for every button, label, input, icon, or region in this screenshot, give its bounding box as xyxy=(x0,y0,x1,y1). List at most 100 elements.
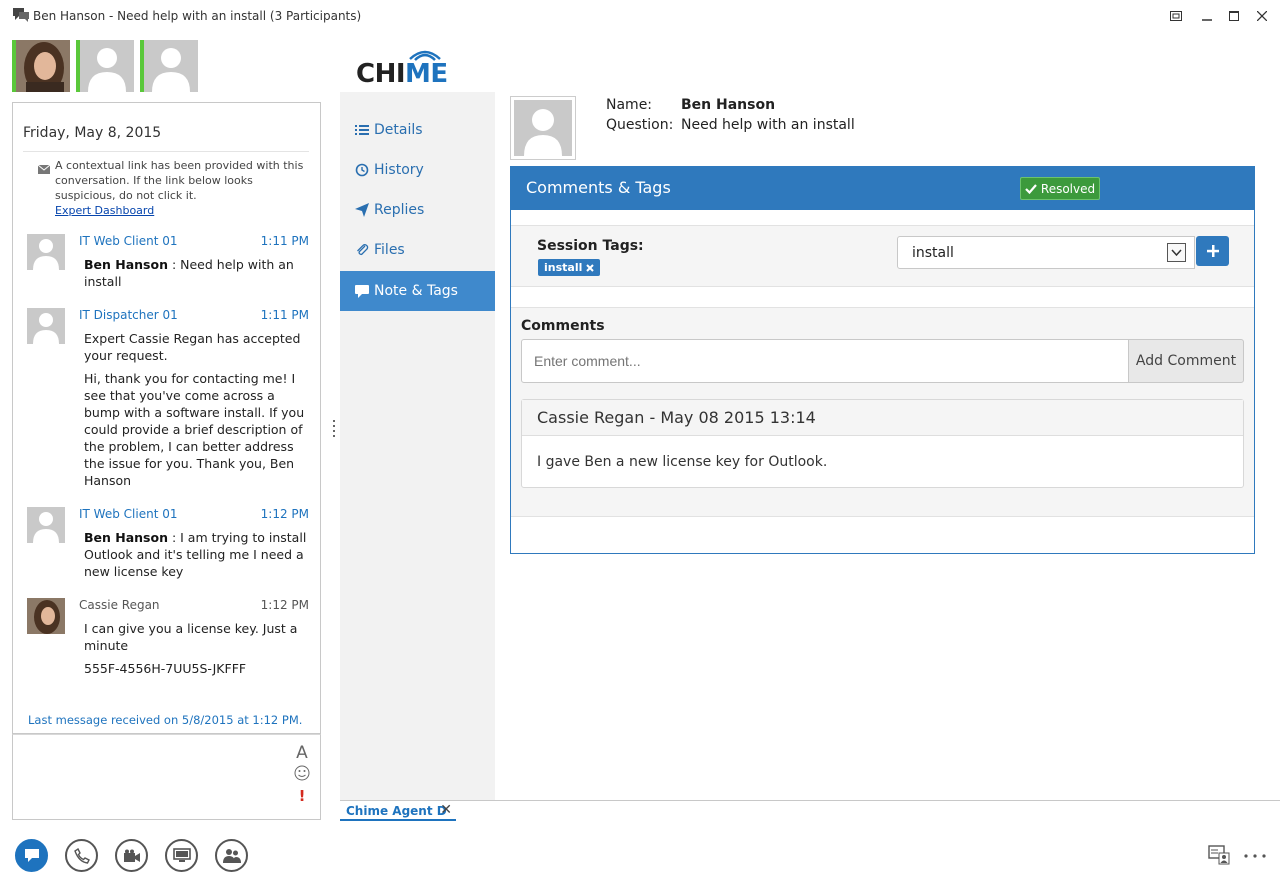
participants-button[interactable] xyxy=(215,839,248,872)
nav-history[interactable]: History xyxy=(340,150,495,190)
name-label: Name: xyxy=(606,97,653,113)
comment-icon xyxy=(355,284,369,298)
dropdown-button[interactable] xyxy=(1167,243,1186,262)
message-author: Ben Hanson xyxy=(84,257,168,272)
paperclip-icon xyxy=(357,244,369,256)
customer-avatar xyxy=(510,96,576,160)
comment-input[interactable] xyxy=(521,339,1129,383)
minimize-button[interactable] xyxy=(1196,6,1218,26)
customer-question: Need help with an install xyxy=(681,117,855,133)
window-title: Ben Hanson - Need help with an install (… xyxy=(33,9,362,23)
tab-chime-agent[interactable]: Chime Agent D ✕ xyxy=(340,801,456,821)
maximize-icon xyxy=(1229,11,1239,21)
tag-select[interactable]: install xyxy=(897,236,1195,269)
user-silhouette-icon xyxy=(33,512,59,543)
nav-files[interactable]: Files xyxy=(340,230,495,270)
nav-label: Note & Tags xyxy=(374,283,458,299)
question-label: Question: xyxy=(606,117,674,133)
im-button[interactable] xyxy=(15,839,48,872)
message-time: 1:12 PM xyxy=(260,507,309,521)
nav-label: Replies xyxy=(374,202,425,218)
maximize-button[interactable] xyxy=(1223,6,1245,26)
chime-app: CHIME Details History Replies Files Note… xyxy=(340,40,1280,800)
tag-select-value: install xyxy=(912,245,954,261)
message-item: Cassie Regan 1:12 PM I can give you a li… xyxy=(27,598,309,678)
message-author: Ben Hanson xyxy=(84,530,168,545)
resolved-badge: Resolved xyxy=(1020,177,1100,200)
contact-card-icon[interactable] xyxy=(1208,845,1230,865)
user-silhouette-icon xyxy=(33,239,59,270)
phone-icon xyxy=(73,847,90,864)
message-text: I can give you a license key. Just a min… xyxy=(84,621,298,653)
message-text: Expert Cassie Regan has accepted your re… xyxy=(84,331,301,363)
message-text: 555F-4556H-7UU5S-JKFFF xyxy=(84,661,247,676)
close-button[interactable] xyxy=(1251,6,1273,26)
participant-avatar[interactable] xyxy=(76,40,134,92)
chat-icon xyxy=(24,849,39,862)
status-text: Resolved xyxy=(1040,181,1096,196)
add-tag-button[interactable] xyxy=(1196,236,1229,266)
chime-main: Name: Ben Hanson Question: Need help wit… xyxy=(495,92,1280,800)
list-icon xyxy=(355,125,369,135)
conversation-history[interactable]: Friday, May 8, 2015 A contextual link ha… xyxy=(12,102,321,734)
participant-avatar[interactable] xyxy=(140,40,198,92)
tag-chip[interactable]: install xyxy=(538,259,601,276)
logo-text: CHI xyxy=(356,59,406,89)
user-photo xyxy=(12,40,70,92)
present-button[interactable] xyxy=(165,839,198,872)
close-icon xyxy=(1257,11,1267,21)
nav-replies[interactable]: Replies xyxy=(340,190,495,230)
add-comment-button[interactable]: Add Comment xyxy=(1128,339,1244,383)
chevron-down-icon xyxy=(1171,249,1182,256)
message-sender: IT Web Client 01 xyxy=(79,507,178,521)
emoticon-icon[interactable] xyxy=(294,765,310,785)
message-item: IT Web Client 01 1:11 PM Ben Hanson : Ne… xyxy=(27,234,309,294)
message-sender: IT Dispatcher 01 xyxy=(79,308,178,322)
user-silhouette-icon xyxy=(88,48,126,92)
pane-splitter[interactable] xyxy=(333,420,336,442)
nav-details[interactable]: Details xyxy=(340,110,495,150)
message-item: IT Dispatcher 01 1:11 PM Expert Cassie R… xyxy=(27,308,309,493)
nav-note-tags[interactable]: Note & Tags xyxy=(340,271,495,311)
video-button[interactable] xyxy=(115,839,148,872)
panel-header: Comments & Tags Resolved xyxy=(511,167,1254,210)
avatar xyxy=(27,598,65,634)
message-body: I can give you a license key. Just a min… xyxy=(84,620,309,683)
message-sender: Cassie Regan xyxy=(79,598,160,612)
close-tab-icon[interactable]: ✕ xyxy=(440,802,452,818)
message-body: Ben Hanson : Need help with an install xyxy=(84,256,309,290)
app-tab-strip: Chime Agent D ✕ xyxy=(340,800,1280,821)
fullscreen-button[interactable] xyxy=(1165,6,1187,26)
participant-strip xyxy=(12,40,198,92)
message-time: 1:11 PM xyxy=(260,234,309,248)
avatar xyxy=(27,507,65,543)
last-message-status: Last message received on 5/8/2015 at 1:1… xyxy=(28,713,303,727)
minimize-icon xyxy=(1202,19,1212,21)
history-icon xyxy=(355,163,369,177)
importance-icon[interactable]: ! xyxy=(294,787,310,805)
expert-dashboard-link[interactable]: Expert Dashboard xyxy=(55,203,309,218)
video-camera-icon xyxy=(123,849,140,862)
panel-title: Comments & Tags xyxy=(526,178,671,197)
user-silhouette-icon xyxy=(524,109,562,156)
contextual-link-notice: A contextual link has been provided with… xyxy=(23,151,309,218)
remove-tag-icon[interactable] xyxy=(586,263,595,272)
comment-card: Cassie Regan - May 08 2015 13:14 I gave … xyxy=(521,399,1244,488)
people-icon xyxy=(222,849,241,863)
participant-avatar[interactable] xyxy=(12,40,70,92)
message-body: Expert Cassie Regan has accepted your re… xyxy=(84,330,309,495)
monitor-icon xyxy=(172,848,191,862)
message-time: 1:12 PM xyxy=(260,598,309,612)
chime-logo: CHIME xyxy=(356,45,456,89)
message-sender: IT Web Client 01 xyxy=(79,234,178,248)
avatar xyxy=(27,308,65,344)
call-button[interactable] xyxy=(65,839,98,872)
comment-body: I gave Ben a new license key for Outlook… xyxy=(537,454,828,470)
comments-tags-panel: Comments & Tags Resolved Session Tags: i… xyxy=(510,166,1255,554)
fullscreen-icon xyxy=(1170,11,1182,21)
comment-header: Cassie Regan - May 08 2015 13:14 xyxy=(522,400,1243,436)
font-icon[interactable]: A xyxy=(294,743,310,763)
tab-label: Chime Agent D xyxy=(346,804,447,818)
more-options-icon[interactable] xyxy=(1244,854,1266,858)
message-compose-box[interactable]: A ! xyxy=(12,734,321,820)
